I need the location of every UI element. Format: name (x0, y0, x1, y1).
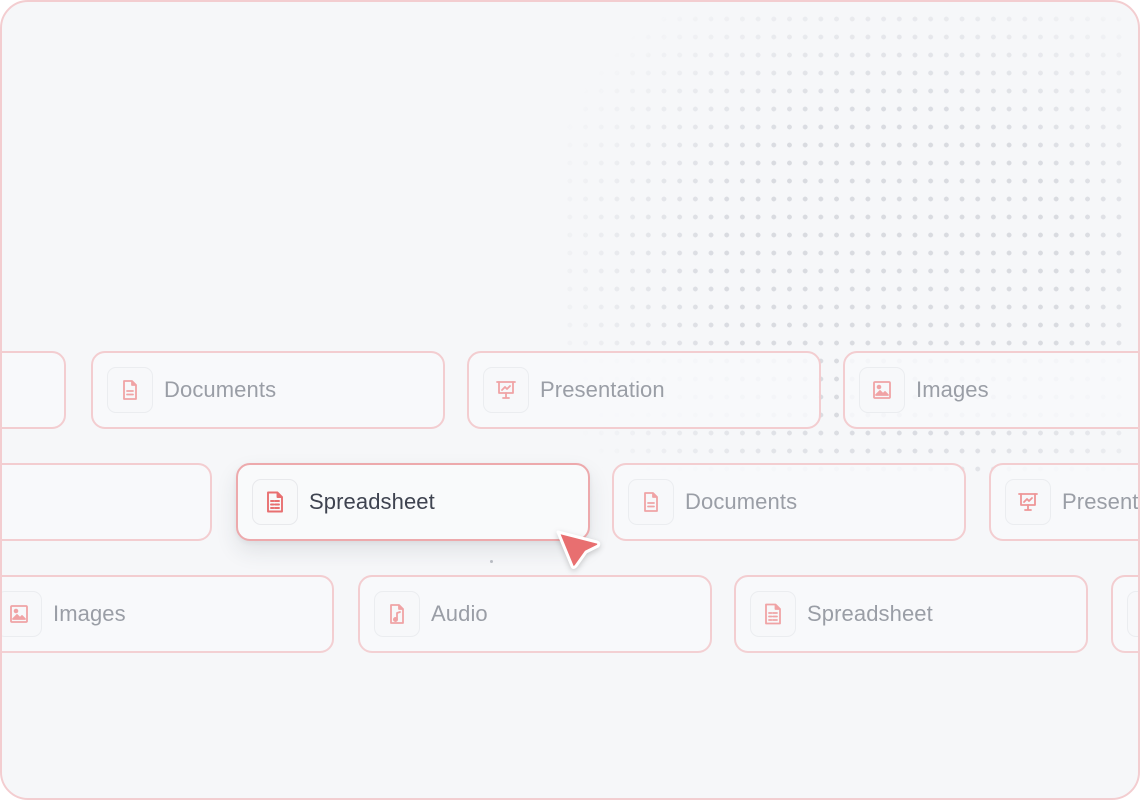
icon-box (252, 479, 298, 525)
icon-box (628, 479, 674, 525)
pointer-cursor-icon (556, 530, 601, 569)
spreadsheet-icon (765, 603, 781, 625)
card-label: Spreadsheet (309, 489, 435, 514)
icon-box (2, 591, 42, 637)
card-label: Presentation (1062, 489, 1139, 514)
file-type-card-spreadsheet-selected[interactable]: Spreadsheet (236, 463, 590, 541)
card-label: Presentation (540, 377, 665, 402)
icon-box (483, 367, 529, 413)
file-type-row-3: Images Audio Spreadsheet (2, 575, 1138, 655)
image-icon (873, 381, 891, 399)
icon-box (107, 367, 153, 413)
spreadsheet-icon (267, 491, 283, 513)
file-type-card[interactable] (1111, 575, 1138, 653)
presentation-icon (496, 381, 516, 399)
card-label: Audio (431, 601, 488, 626)
dust-speck (490, 560, 493, 563)
icon-box (750, 591, 796, 637)
file-type-card-documents[interactable]: Documents (612, 463, 966, 541)
file-type-card[interactable] (2, 463, 212, 541)
file-type-card-images[interactable]: Images (2, 575, 334, 653)
document-icon (644, 492, 658, 512)
presentation-icon (1018, 493, 1038, 511)
card-label: Images (53, 601, 126, 626)
file-type-card-images[interactable]: Images (843, 351, 1138, 429)
icon-box (1005, 479, 1051, 525)
icon-box (374, 591, 420, 637)
audio-file-icon (390, 604, 404, 624)
file-type-row-1: Documents Presentation Images (2, 351, 1138, 431)
card-label: Images (916, 377, 989, 402)
icon-box (1127, 591, 1138, 637)
icon-box (859, 367, 905, 413)
file-type-card-presentation[interactable]: Presentation (989, 463, 1139, 541)
file-type-card-presentation[interactable]: Presentation (467, 351, 821, 429)
card-label: Spreadsheet (807, 601, 933, 626)
image-icon (10, 605, 28, 623)
card-label: Documents (164, 377, 277, 402)
file-type-card-spreadsheet[interactable]: Spreadsheet (734, 575, 1088, 653)
file-type-card[interactable] (2, 351, 66, 429)
canvas-frame: Documents Presentation Images Spreadshee… (0, 0, 1140, 800)
document-icon (123, 380, 137, 400)
file-type-card-documents[interactable]: Documents (91, 351, 445, 429)
file-type-card-audio[interactable]: Audio (358, 575, 712, 653)
card-label: Documents (685, 489, 798, 514)
